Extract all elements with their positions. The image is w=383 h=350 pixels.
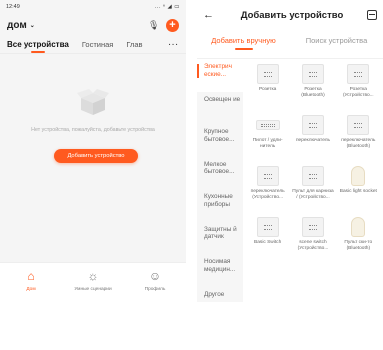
nav-smart-scenes[interactable]: ☼ Умные сценарии <box>68 269 118 292</box>
scan-icon[interactable] <box>366 10 377 20</box>
add-device-button[interactable]: Добавить устройство <box>54 149 138 163</box>
tab-all-devices[interactable]: Все устройства <box>7 40 69 49</box>
device-tile[interactable]: Розетка (Устройство... <box>336 64 381 115</box>
category-list: Электрич ескиe... Освещен ие Крупное бытов… <box>197 59 243 302</box>
device-name: Розетка <box>258 87 277 92</box>
category-item[interactable]: Электрич ескиe... <box>197 59 243 92</box>
device-tile[interactable]: переключатель <box>290 115 335 166</box>
device-tile[interactable]: Пилот / удли-нитель <box>245 115 290 166</box>
room-tabs: Все устройства Гостиная Глав ··· <box>0 36 186 54</box>
add-icon[interactable]: + <box>166 18 179 32</box>
device-tile[interactable]: Basic Switch <box>245 217 290 268</box>
switch-icon <box>301 166 324 186</box>
device-name: Пилот / удли-нитель <box>252 138 283 149</box>
status-signal: ... ⁿ ◢ ▭ <box>154 4 180 10</box>
device-tile[interactable]: переключатель (Устройство... <box>245 166 290 217</box>
device-name: scene switch (Устройство... <box>297 240 329 251</box>
category-item[interactable]: Другое <box>197 287 243 303</box>
category-browser: Электрич ескиe... Освещен ие Крупное бытов… <box>197 58 383 302</box>
tab-living-room[interactable]: Гостиная <box>82 40 113 49</box>
switch-icon <box>256 166 279 186</box>
empty-box-icon <box>77 89 109 115</box>
device-name: переключатель <box>295 138 331 143</box>
status-time: 12:49 <box>6 4 20 10</box>
microphone-icon[interactable]: 🎙 <box>148 20 159 31</box>
device-tile[interactable]: переключатель (Bluetooth) <box>336 115 381 166</box>
add-method-tabs: Добавить вручную Поиск устройства <box>197 30 383 50</box>
home-title: дом <box>7 19 27 31</box>
category-item[interactable]: Защитны й датчик <box>197 222 243 255</box>
device-name: Пульт ски-то (Bluetooth) <box>344 240 373 251</box>
switch-icon <box>347 115 370 135</box>
nav-home[interactable]: ⌂ Дом <box>6 269 56 292</box>
nav-profile-label: Профиль <box>144 287 166 292</box>
switch-icon <box>301 115 324 135</box>
empty-message: Нет устройства, пожалуйста, добавьте уст… <box>31 127 155 133</box>
home-selector[interactable]: дом ⌄ <box>7 20 35 31</box>
device-tile[interactable]: Пульт для карниза / (Устройство... <box>290 166 335 217</box>
bulb-icon <box>351 166 366 186</box>
device-name: Розетка (Bluetooth) <box>301 87 325 98</box>
home-screen: 12:49 ... ⁿ ◢ ▭ дом ⌄ 🎙 + Все устройства… <box>0 0 186 302</box>
device-name: Розетка (Устройство... <box>342 87 374 98</box>
category-item[interactable]: Мелкое бытовое... <box>197 157 243 190</box>
bottom-nav: ⌂ Дом ☼ Умные сценарии ☺ Профиль <box>0 262 186 302</box>
category-item[interactable]: Носимая медицин... <box>197 254 243 287</box>
nav-home-label: Дом <box>26 287 36 292</box>
bulb-icon <box>351 217 366 237</box>
device-tile[interactable]: Розетка (Bluetooth) <box>290 64 335 115</box>
socket-icon <box>256 64 279 84</box>
device-grid: Розетка Розетка (Bluetooth) Розетка (Устро… <box>243 59 383 302</box>
chevron-down-icon: ⌄ <box>29 22 35 29</box>
add-device-screen: ← Добавить устройство Добавить вручную П… <box>197 0 383 302</box>
status-bar: 12:49 ... ⁿ ◢ ▭ <box>0 0 186 14</box>
category-item[interactable]: Кухонные приборы <box>197 189 243 222</box>
category-item[interactable]: Крупное бытовое... <box>197 124 243 157</box>
tab-main[interactable]: Глав <box>126 40 142 49</box>
device-tile[interactable]: scene switch (Устройство... <box>290 217 335 268</box>
home-icon: ⌂ <box>27 269 35 283</box>
category-item[interactable]: Освещен ие <box>197 92 243 125</box>
device-tile[interactable]: Розетка <box>245 64 290 115</box>
tab-add-manually[interactable]: Добавить вручную <box>197 36 290 45</box>
device-name: Basic light socket <box>339 189 377 194</box>
socket-icon <box>301 64 324 84</box>
page-title: Добавить устройство <box>240 9 344 21</box>
tab-search-device[interactable]: Поиск устройства <box>290 36 383 45</box>
device-name: переключатель (Bluetooth) <box>341 138 376 149</box>
strip-icon <box>255 120 280 130</box>
socket-icon <box>347 64 370 84</box>
back-arrow-icon[interactable]: ← <box>203 9 217 21</box>
home-header: дом ⌄ 🎙 + <box>0 14 186 36</box>
device-name: переключатель (Устройство... <box>250 189 285 200</box>
nav-profile[interactable]: ☺ Профиль <box>130 269 180 292</box>
more-tabs-icon[interactable]: ··· <box>169 40 180 49</box>
device-tile[interactable]: Basic light socket <box>336 166 381 217</box>
sun-icon: ☼ <box>87 269 99 283</box>
nav-scenes-label: Умные сценарии <box>74 287 112 292</box>
switch-icon <box>256 217 279 237</box>
device-name: Пульт для карниза / (Устройство... <box>292 189 334 200</box>
switch-icon <box>301 217 324 237</box>
profile-icon: ☺ <box>148 269 162 283</box>
add-device-header: ← Добавить устройство <box>197 0 383 30</box>
device-tile[interactable]: Пульт ски-то (Bluetooth) <box>336 217 381 268</box>
device-name: Basic Switch <box>254 240 282 245</box>
